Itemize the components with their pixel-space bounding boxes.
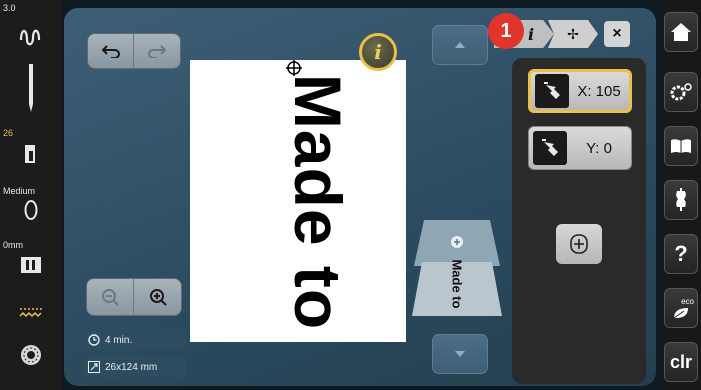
home-button[interactable]	[664, 12, 698, 52]
thread-tension-icon	[19, 29, 41, 46]
zoom-out-icon	[102, 289, 119, 306]
zoom-in-icon	[149, 289, 167, 306]
needle-position-label: 0mm	[3, 240, 23, 250]
arrow-up-icon	[455, 42, 465, 48]
stitch-time-value: 4 min.	[105, 334, 133, 346]
y-position-button[interactable]: Y: 0	[528, 126, 632, 170]
presser-foot-icon	[25, 145, 35, 163]
home-icon	[671, 23, 691, 41]
design-size-info: 26x124 mm	[84, 357, 186, 377]
dress-form-icon	[676, 188, 686, 211]
eco-button[interactable]: eco	[664, 288, 698, 328]
creative-consultant-button[interactable]	[664, 180, 698, 220]
redo-button[interactable]	[134, 34, 180, 68]
stitch-width-value: 26	[3, 128, 14, 138]
eco-label: eco	[681, 296, 694, 306]
settings-button[interactable]	[664, 72, 698, 112]
scroll-down-button[interactable]	[432, 334, 488, 374]
x-position-button[interactable]: X: 105	[528, 69, 632, 113]
foot-pressure-button[interactable]	[0, 198, 62, 222]
version-label: 3.0	[3, 3, 16, 13]
resize-icon	[88, 361, 100, 373]
clear-button[interactable]: clr	[664, 342, 698, 382]
feed-dog-icon	[19, 308, 42, 318]
info-button[interactable]: i	[359, 33, 397, 71]
gear-icon	[670, 83, 692, 101]
foot-pressure-icon	[24, 200, 38, 220]
center-design-button[interactable]	[556, 224, 602, 264]
step-badge: 1	[488, 13, 524, 49]
tutorial-button[interactable]	[664, 126, 698, 166]
y-position-value: Y: 0	[586, 139, 612, 157]
stitch-time-info: 4 min.	[84, 330, 186, 350]
close-button[interactable]: ×	[604, 21, 630, 47]
thread-tension-button[interactable]	[0, 24, 62, 50]
crosshair-icon	[286, 60, 302, 76]
undo-button[interactable]	[88, 34, 134, 68]
layer-thumbnail-text: Made to	[449, 259, 465, 309]
hand-icon	[535, 74, 569, 108]
embroidery-design-text[interactable]: Made to	[280, 74, 356, 330]
zoom-out-button[interactable]	[87, 279, 134, 315]
bobbin-icon	[21, 345, 41, 365]
needle-button[interactable]	[0, 64, 62, 112]
center-icon	[570, 234, 588, 254]
bobbin-button[interactable]	[0, 343, 62, 367]
redo-icon	[148, 45, 167, 58]
zoom-in-button[interactable]	[134, 279, 181, 315]
scroll-up-button[interactable]	[432, 25, 488, 65]
status-sidebar: 3.0 26 Medium 0mm	[0, 0, 62, 390]
stitch-plate-button[interactable]	[0, 256, 62, 274]
stitch-plate-icon	[21, 257, 41, 273]
presser-foot-button[interactable]	[0, 143, 62, 167]
undo-redo-group	[87, 33, 181, 69]
zoom-group	[86, 278, 182, 316]
x-position-value: X: 105	[577, 82, 621, 100]
undo-icon	[101, 45, 120, 58]
arrow-down-icon	[455, 351, 465, 357]
needle-icon	[29, 64, 33, 112]
feed-dog-button[interactable]	[0, 306, 62, 320]
clock-icon	[88, 334, 100, 346]
hand-icon	[533, 131, 567, 165]
foot-pressure-label: Medium	[3, 186, 36, 196]
help-button[interactable]: ?	[664, 234, 698, 274]
leaf-icon	[673, 307, 688, 318]
book-icon	[671, 139, 691, 153]
design-size-value: 26x124 mm	[105, 361, 158, 373]
tab-move[interactable]: ✢	[548, 20, 598, 48]
